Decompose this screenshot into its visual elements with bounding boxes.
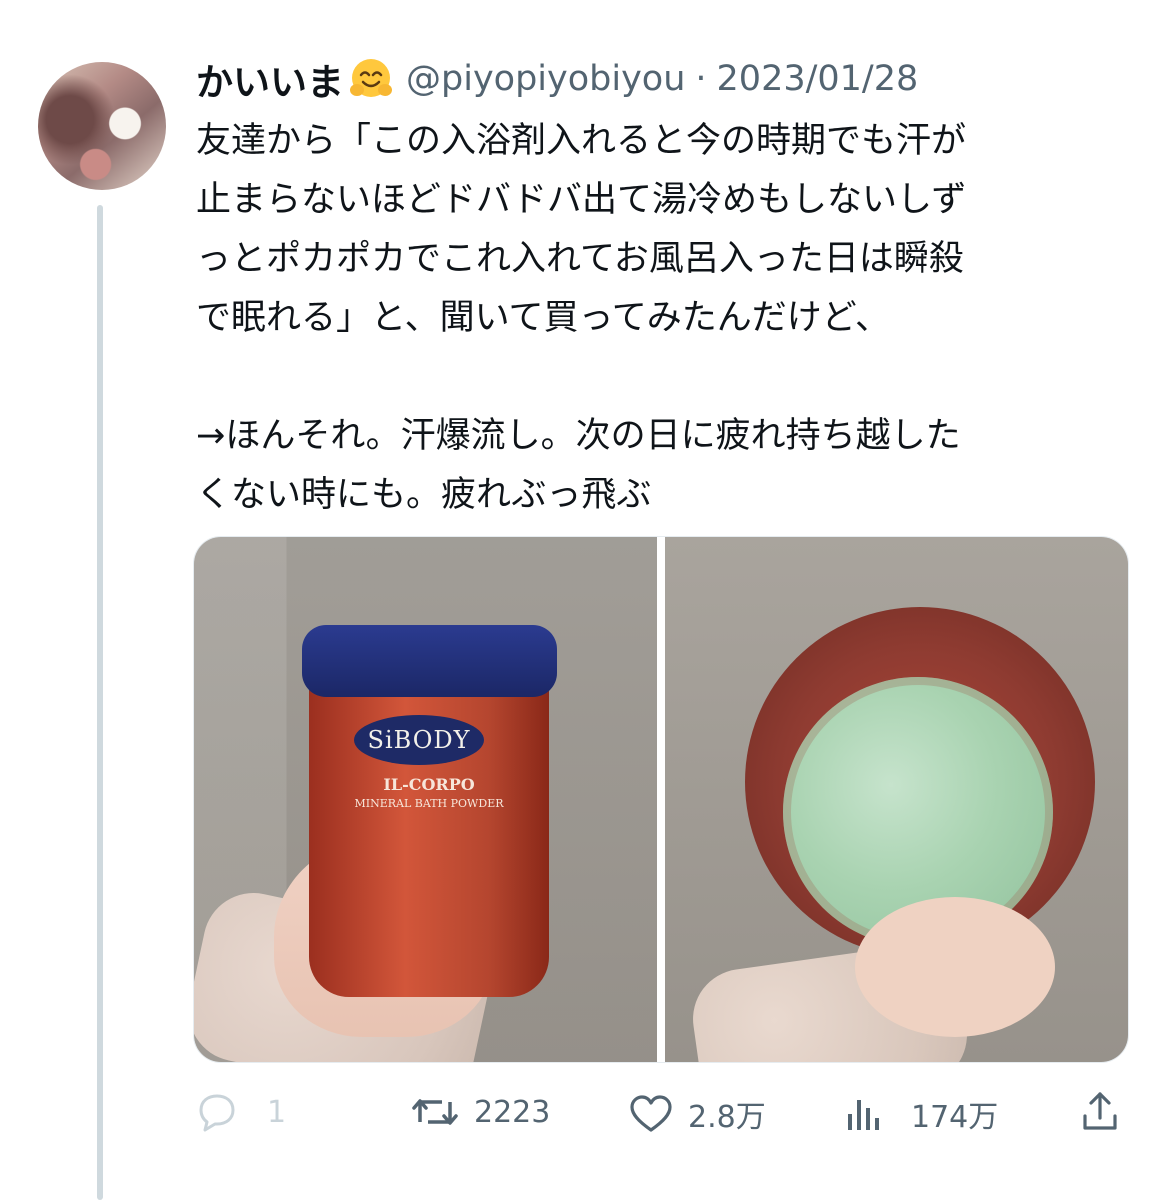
retweet-icon [410,1092,460,1132]
media-grid: SiBODY IL-CORPO MINERAL BATH POWDER [193,536,1129,1063]
reply-count: 1 [267,1094,287,1130]
avatar[interactable] [38,62,166,190]
user-handle[interactable]: @piyopiyobiyou [406,59,685,99]
hand-right [855,897,1055,1037]
tweet-date[interactable]: 2023/01/28 [717,59,919,99]
share-button[interactable] [1080,1090,1120,1134]
views-button[interactable]: 174万 [845,1092,998,1136]
hugging-face-emoji-icon [348,56,394,102]
jar-product-label: IL-CORPO [383,775,475,794]
tweet-header: かいいま @piyopiyobiyou · 2023/01/28 [196,54,918,104]
photo-left[interactable]: SiBODY IL-CORPO MINERAL BATH POWDER [194,537,657,1062]
photo-right[interactable] [665,537,1128,1062]
views-icon [845,1094,881,1134]
heart-icon [628,1094,674,1134]
display-name[interactable]: かいいま [196,52,344,106]
share-icon [1080,1090,1120,1134]
tweet-text: 友達から「この入浴剤入れると今の時期でも汗が 止まらないほどドバドバ出て湯冷めも… [196,121,967,515]
action-bar: 1 2223 2.8万 174万 [0,1080,1163,1144]
reply-icon [195,1092,239,1132]
reply-button[interactable]: 1 [195,1092,286,1132]
jar-lid [302,625,557,697]
thread-line [97,205,103,1200]
header-separator: · [695,59,707,99]
like-count: 2.8万 [688,1100,766,1135]
jar-brand-label: SiBODY [354,715,484,765]
retweet-button[interactable]: 2223 [410,1092,550,1132]
jar-subtitle-label: MINERAL BATH POWDER [354,797,504,810]
like-button[interactable]: 2.8万 [628,1092,766,1136]
retweet-count: 2223 [474,1094,551,1130]
views-count: 174万 [911,1100,999,1135]
